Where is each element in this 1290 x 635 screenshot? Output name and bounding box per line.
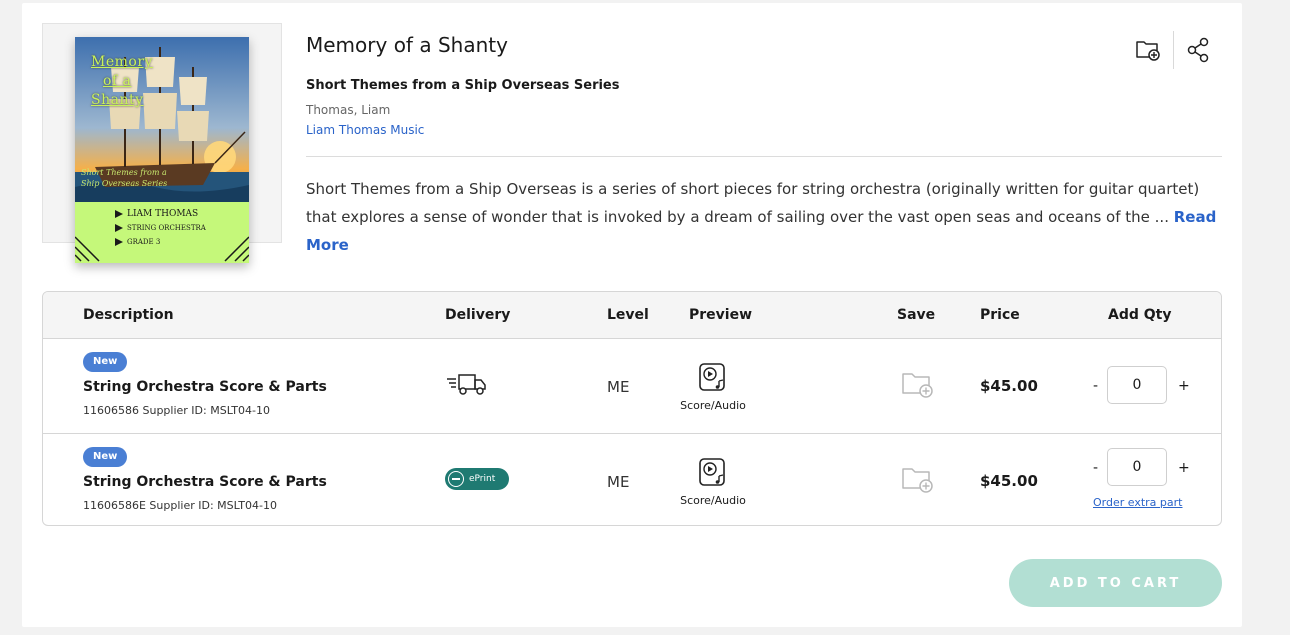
cover-title: Memory of a Shanty: [91, 54, 153, 108]
shipping-truck-icon: [447, 374, 486, 395]
product-card: Memory of a Shanty Short Themes from a S…: [22, 3, 1242, 627]
new-badge: New: [83, 447, 128, 467]
qty-input[interactable]: [1107, 448, 1167, 486]
new-badge: New: [83, 352, 128, 372]
qty-increment-button[interactable]: +: [1178, 460, 1190, 476]
score-audio-icon: [699, 458, 725, 486]
product-options-table: Description Delivery Level Preview Save …: [42, 291, 1222, 526]
share-button[interactable]: [1181, 33, 1215, 67]
product-id: 11606586 Supplier ID: MSLT04-10: [83, 404, 270, 417]
product-name: String Orchestra Score & Parts: [83, 379, 327, 395]
level-value: ME: [607, 378, 630, 396]
product-title: Memory of a Shanty: [306, 33, 508, 57]
icon-separator: [1173, 31, 1174, 69]
table-row: New String Orchestra Score & Parts 11606…: [43, 339, 1221, 433]
header-price: Price: [980, 307, 1020, 323]
price: $45.00: [980, 377, 1038, 395]
preview-button[interactable]: Score/Audio: [673, 361, 753, 412]
folder-plus-icon: [902, 468, 933, 493]
score-audio-icon: [699, 363, 725, 391]
folder-plus-icon: [1136, 41, 1160, 61]
header-level: Level: [607, 307, 649, 323]
cover-series: Short Themes from a Ship Overseas Series: [81, 168, 168, 188]
publisher-link[interactable]: Liam Thomas Music: [306, 123, 424, 137]
qty-decrement-button[interactable]: -: [1093, 460, 1098, 476]
product-composer: Thomas, Liam: [306, 103, 391, 117]
order-extra-part-link[interactable]: Order extra part: [1093, 496, 1182, 509]
delivery-cell: [445, 371, 487, 401]
cover-image[interactable]: Memory of a Shanty Short Themes from a S…: [75, 37, 249, 263]
save-to-folder-button[interactable]: [1131, 33, 1165, 67]
save-item-button[interactable]: [901, 371, 935, 403]
eprint-icon: [448, 471, 464, 487]
table-row: New String Orchestra Score & Parts 11606…: [43, 433, 1221, 525]
cover-info: LIAM THOMAS STRING ORCHESTRA GRADE 3: [115, 207, 245, 249]
qty-decrement-button[interactable]: -: [1093, 378, 1098, 394]
product-description: Short Themes from a Ship Overseas is a s…: [306, 180, 1217, 254]
preview-button[interactable]: Score/Audio: [673, 456, 753, 507]
qty-increment-button[interactable]: +: [1178, 378, 1190, 394]
divider: [306, 156, 1222, 157]
header-qty: Add Qty: [1108, 307, 1172, 323]
share-icon: [1187, 37, 1209, 63]
header-preview: Preview: [689, 307, 753, 323]
product-name: String Orchestra Score & Parts: [83, 474, 327, 490]
product-id: 11606586E Supplier ID: MSLT04-10: [83, 499, 277, 512]
add-to-cart-button[interactable]: ADD TO CART: [1009, 559, 1222, 607]
header-delivery: Delivery: [445, 307, 511, 323]
eprint-badge: ePrint: [445, 468, 509, 490]
table-header: Description Delivery Level Preview Save …: [43, 292, 1221, 339]
folder-plus-icon: [902, 373, 933, 398]
save-item-button[interactable]: [901, 466, 935, 498]
product-series: Short Themes from a Ship Overseas Series: [306, 78, 620, 93]
level-value: ME: [607, 473, 630, 491]
qty-input[interactable]: [1107, 366, 1167, 404]
price: $45.00: [980, 472, 1038, 490]
header-save: Save: [897, 307, 936, 323]
header-description: Description: [83, 307, 174, 323]
